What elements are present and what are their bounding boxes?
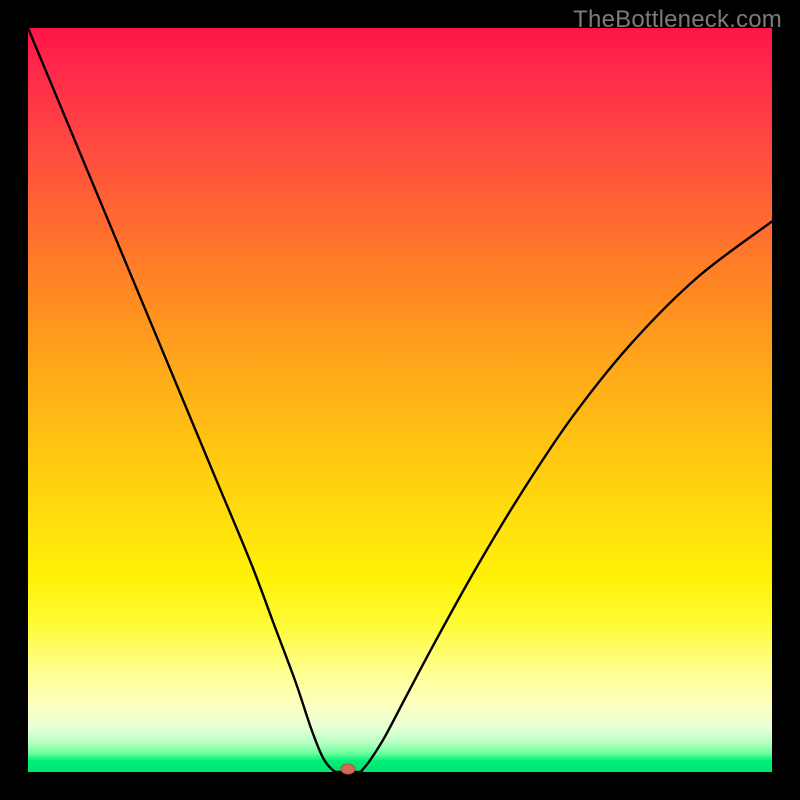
watermark-text: TheBottleneck.com (573, 6, 782, 34)
bottleneck-curve (28, 28, 772, 773)
plot-area (28, 28, 772, 772)
optimum-marker (341, 764, 355, 774)
chart-svg (28, 28, 772, 772)
chart-frame: TheBottleneck.com (0, 0, 800, 800)
